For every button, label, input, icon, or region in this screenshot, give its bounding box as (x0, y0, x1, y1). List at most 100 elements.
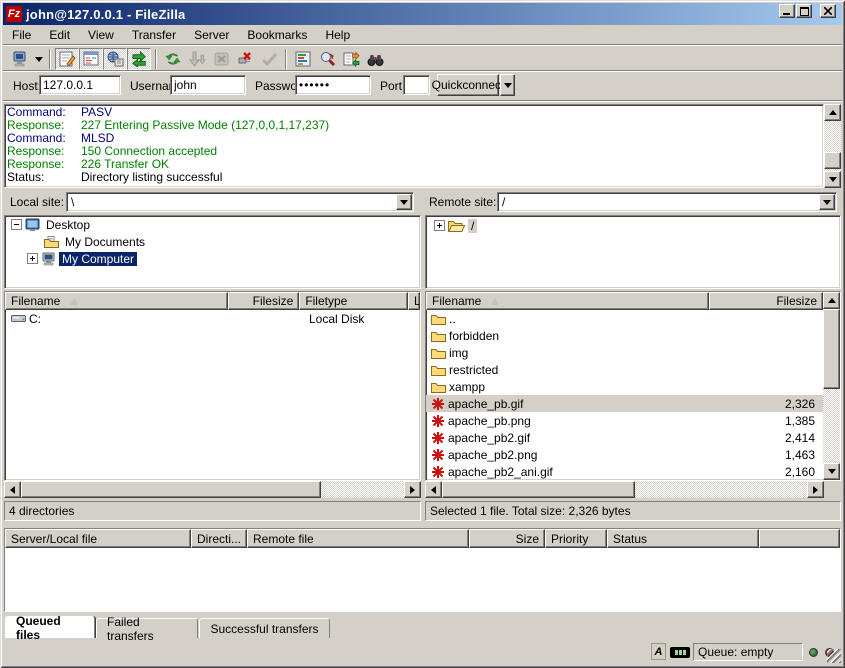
password-input[interactable] (295, 75, 371, 95)
column-header-filename[interactable]: Filename (5, 292, 228, 310)
toggle-remote-tree-button[interactable] (103, 48, 127, 70)
port-input[interactable] (403, 75, 430, 95)
my-documents-icon (44, 236, 59, 248)
site-manager-button[interactable] (8, 48, 32, 70)
queue-size-panel: Queue: empty (693, 643, 803, 661)
tab-queued-files[interactable]: Queued files (5, 616, 95, 638)
refresh-button[interactable] (161, 48, 185, 70)
local-treeview-icon (83, 51, 100, 67)
host-input[interactable] (39, 75, 121, 95)
tab-successful-transfers[interactable]: Successful transfers (199, 618, 330, 638)
tree-item-label: My Documents (62, 235, 148, 249)
queue-body[interactable] (5, 548, 840, 611)
minimize-button[interactable] (779, 4, 795, 18)
column-header-direction[interactable]: Directi... (191, 529, 247, 548)
menu-view[interactable]: View (79, 26, 123, 44)
menu-bar: File Edit View Transfer Server Bookmarks… (3, 25, 842, 45)
binoculars-icon (367, 51, 384, 67)
scroll-left-button[interactable] (4, 481, 21, 498)
scroll-left-button[interactable] (425, 481, 442, 498)
combo-dropdown-button[interactable] (396, 194, 412, 210)
remote-file-row[interactable]: xampp (426, 378, 823, 395)
menu-help[interactable]: Help (316, 26, 359, 44)
disconnect-button[interactable] (233, 48, 257, 70)
toggle-transfer-queue-button[interactable] (127, 48, 151, 70)
quickconnect-dropdown[interactable] (500, 74, 515, 96)
resize-grip[interactable] (827, 649, 841, 663)
log-scrollbar[interactable] (824, 104, 841, 188)
tree-item-my-documents[interactable]: My Documents (5, 233, 420, 250)
toggle-local-tree-button[interactable] (79, 48, 103, 70)
title-bar[interactable]: Fz john@127.0.0.1 - FileZilla (3, 3, 842, 25)
expand-icon[interactable] (434, 220, 445, 231)
remote-file-row[interactable]: forbidden (426, 327, 823, 344)
column-header-priority[interactable]: Priority (545, 529, 607, 548)
local-site-combobox[interactable]: \ (66, 192, 414, 212)
queue-header: Server/Local file Directi... Remote file… (5, 529, 840, 548)
column-header-filesize[interactable]: Filesize (228, 292, 299, 310)
process-queue-button[interactable] (185, 48, 209, 70)
remote-file-row[interactable]: apache_pb2.png 1,463 (426, 446, 823, 463)
arrow-left-icon (10, 486, 15, 494)
maximize-button[interactable] (796, 4, 812, 18)
column-header-truncated[interactable]: L (408, 292, 420, 310)
scroll-right-button[interactable] (807, 481, 824, 498)
cancel-button[interactable] (209, 48, 233, 70)
directory-comparison-button[interactable] (339, 48, 363, 70)
username-input[interactable] (170, 75, 246, 95)
tab-failed-transfers[interactable]: Failed transfers (96, 618, 198, 638)
remote-site-combobox[interactable]: / (497, 192, 837, 212)
toggle-message-log-button[interactable] (55, 48, 79, 70)
scrollbar-thumb[interactable] (442, 481, 635, 498)
column-header-status[interactable]: Status (607, 529, 759, 548)
remote-file-row[interactable]: .. (426, 310, 823, 327)
menu-bookmarks[interactable]: Bookmarks (238, 26, 316, 44)
remote-file-row[interactable]: restricted (426, 361, 823, 378)
transfer-type-ascii-icon[interactable]: A (651, 643, 666, 660)
remote-file-row[interactable]: apache_pb.png 1,385 (426, 412, 823, 429)
site-manager-icon (12, 51, 29, 67)
scrollbar-thumb[interactable] (21, 481, 321, 498)
local-file-row[interactable]: C: Local Disk (5, 310, 420, 327)
close-button[interactable] (820, 4, 836, 18)
scroll-down-button[interactable] (824, 171, 841, 188)
scroll-up-button[interactable] (824, 104, 841, 121)
menu-server[interactable]: Server (185, 26, 238, 44)
reconnect-button[interactable] (257, 48, 281, 70)
column-header-filesize[interactable]: Filesize (709, 292, 823, 310)
remote-list-vscrollbar[interactable] (823, 292, 840, 480)
column-header-filetype[interactable]: Filetype (299, 292, 408, 310)
scrollbar-thumb[interactable] (823, 309, 840, 389)
scrollbar-thumb[interactable] (824, 152, 841, 169)
remote-file-row-selected[interactable]: apache_pb.gif 2,326 (426, 395, 823, 412)
menu-edit[interactable]: Edit (40, 26, 79, 44)
local-list-hscrollbar[interactable] (4, 481, 421, 498)
combo-dropdown-button[interactable] (819, 194, 835, 210)
quickconnect-button[interactable]: Quickconnect (437, 74, 499, 96)
remote-list-hscrollbar[interactable] (425, 481, 824, 498)
scroll-down-button[interactable] (823, 463, 840, 480)
remote-file-row[interactable]: apache_pb2_ani.gif 2,160 (426, 463, 823, 480)
remote-file-row[interactable]: img (426, 344, 823, 361)
filename-filters-button[interactable] (315, 48, 339, 70)
collapse-icon[interactable] (11, 219, 22, 230)
remote-file-row[interactable]: apache_pb2.gif 2,414 (426, 429, 823, 446)
menu-file[interactable]: File (3, 26, 40, 44)
tree-item-desktop[interactable]: Desktop (5, 216, 420, 233)
column-header-filename[interactable]: Filename (426, 292, 709, 310)
menu-transfer[interactable]: Transfer (123, 26, 185, 44)
column-header-server-local-file[interactable]: Server/Local file (5, 529, 191, 548)
column-header-size[interactable]: Size (469, 529, 545, 548)
folder-icon (431, 330, 446, 342)
scroll-up-button[interactable] (823, 292, 840, 309)
directory-listing-button[interactable] (291, 48, 315, 70)
expand-icon[interactable] (27, 253, 38, 264)
scroll-right-button[interactable] (404, 481, 421, 498)
arrow-left-icon (431, 486, 436, 494)
speed-limits-icon[interactable] (670, 647, 690, 658)
site-manager-dropdown[interactable] (32, 48, 45, 70)
column-header-remote-file[interactable]: Remote file (247, 529, 469, 548)
tree-item-my-computer[interactable]: My Computer (5, 250, 420, 267)
file-search-button[interactable] (363, 48, 387, 70)
tree-item-root[interactable]: / (426, 216, 840, 235)
